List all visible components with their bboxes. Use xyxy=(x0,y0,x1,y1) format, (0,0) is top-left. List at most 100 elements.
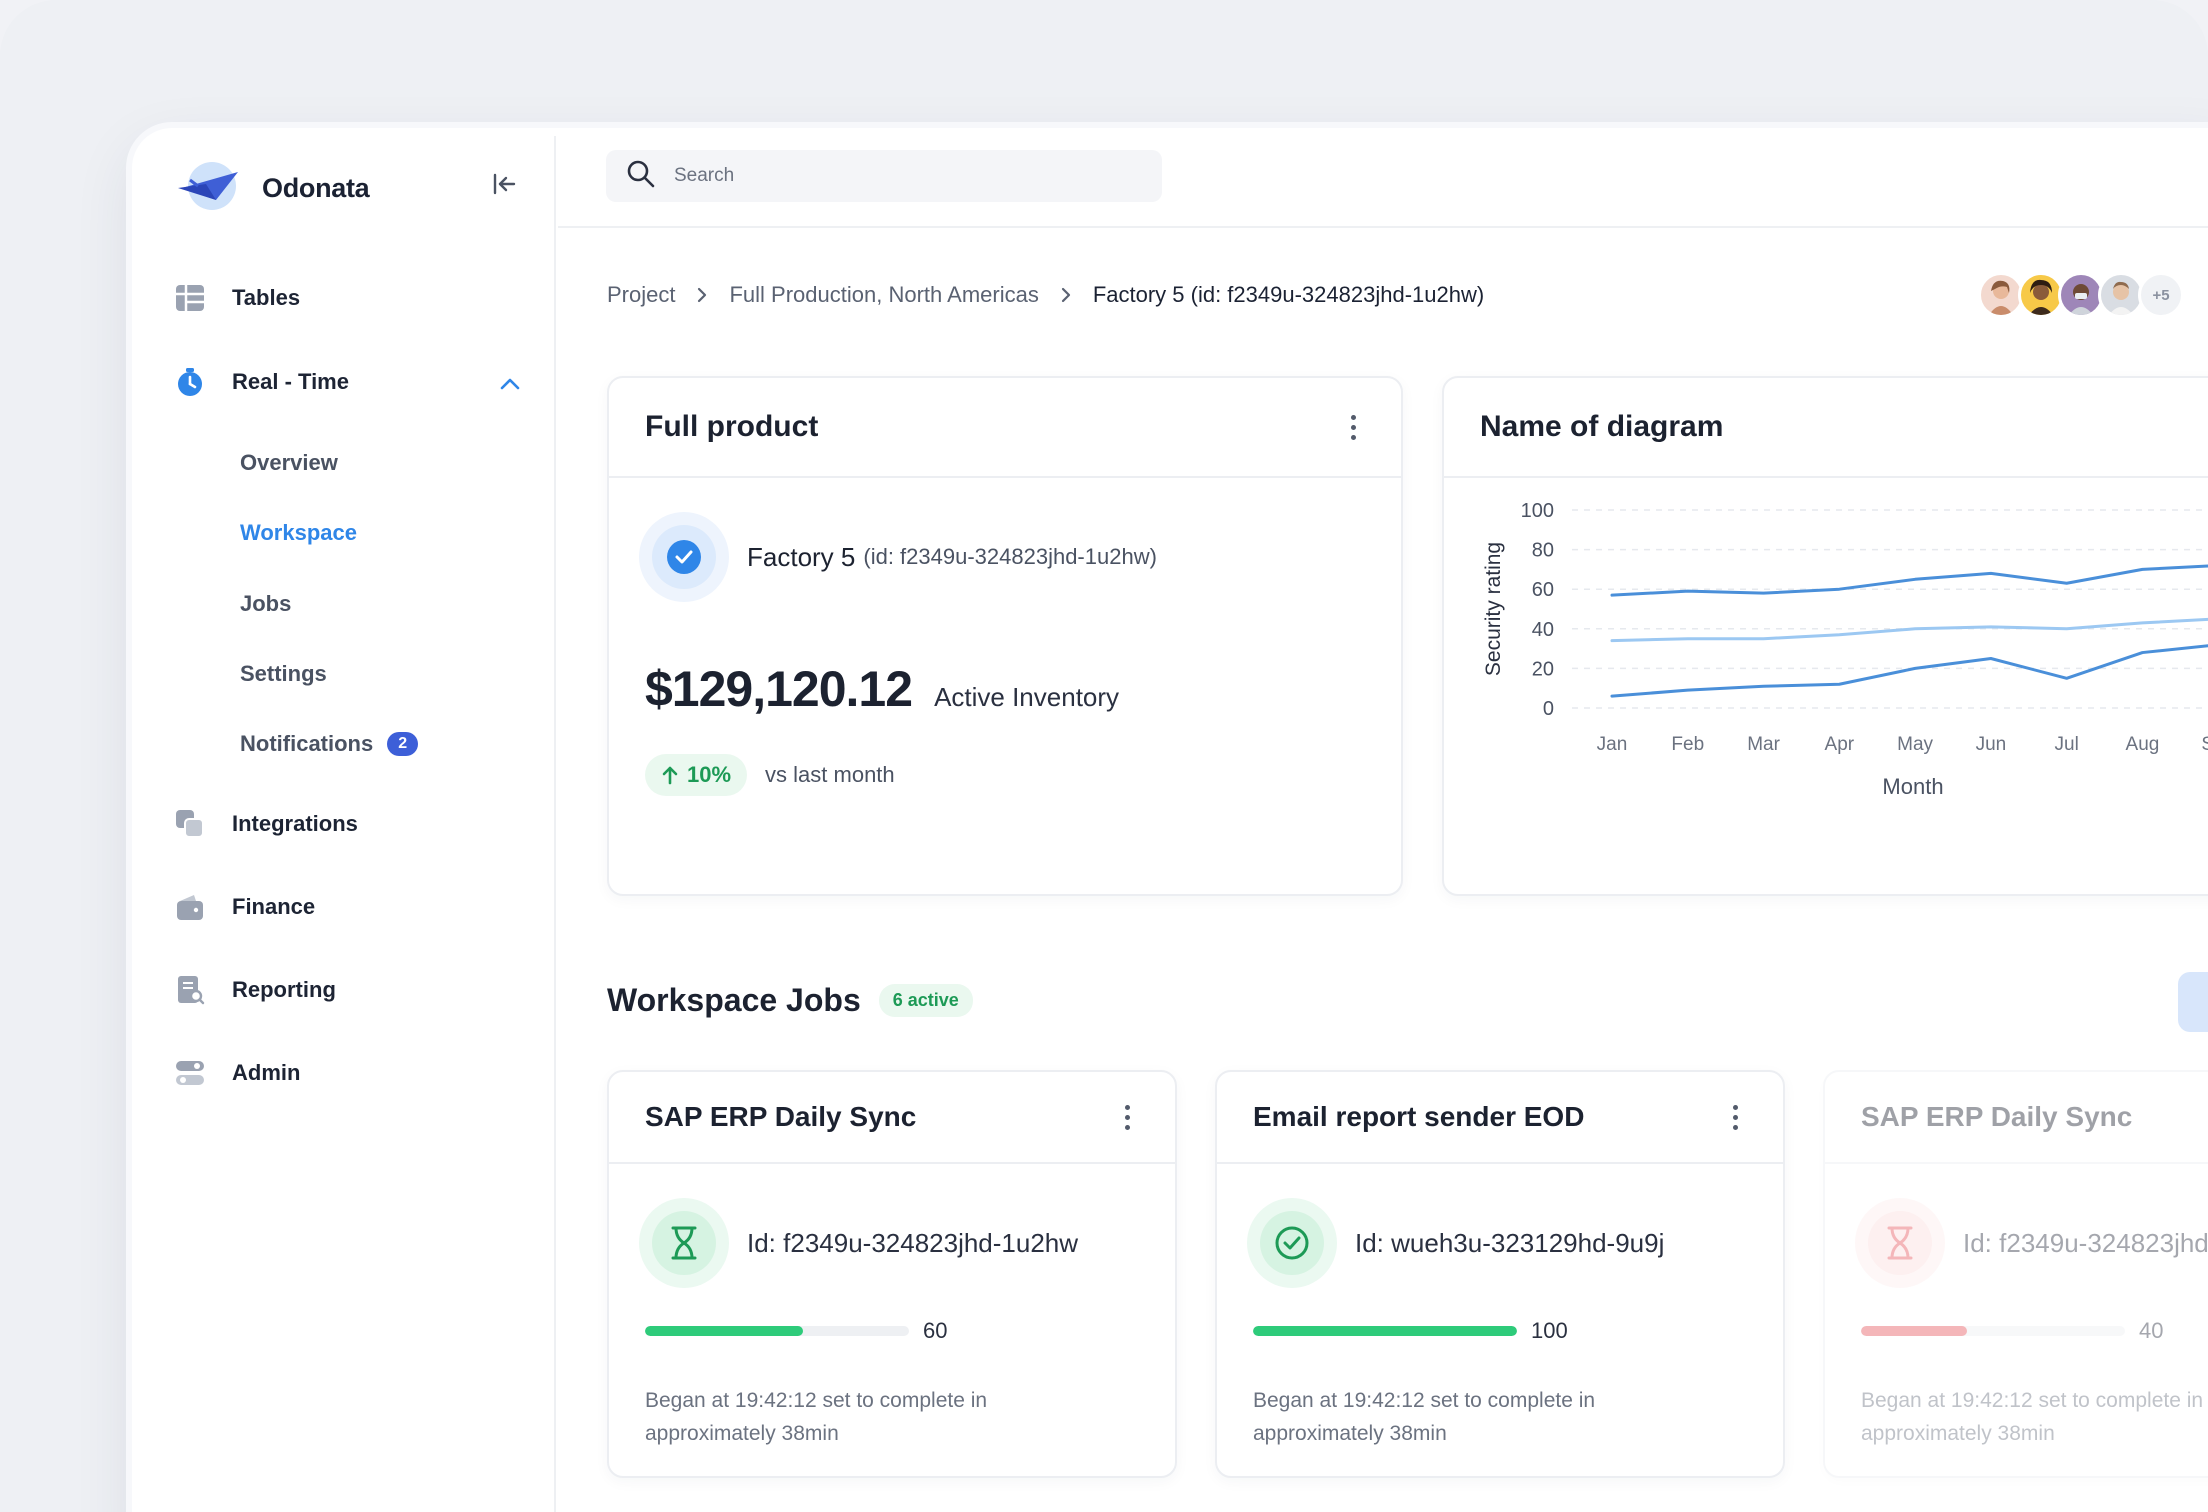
card-header: SAP ERP Daily Sync xyxy=(1825,1072,2208,1164)
hourglass-icon xyxy=(1887,1226,1913,1260)
progress-track xyxy=(1253,1326,1517,1336)
job-eta: Began at 19:42:12 set to complete in app… xyxy=(1253,1389,1596,1445)
workspace-jobs-header: Workspace Jobs 6 active xyxy=(607,982,973,1019)
card-title: Full product xyxy=(645,410,819,443)
wallet-icon xyxy=(174,891,206,923)
y-tick-label: 40 xyxy=(1532,619,1554,641)
change-label: vs last month xyxy=(765,762,895,787)
top-bar xyxy=(558,128,2208,228)
x-tick-label: May xyxy=(1897,734,1933,755)
full-product-card: Full product Factory 5 (id: f2349u-32482… xyxy=(607,376,1403,896)
view-all-button[interactable] xyxy=(2178,972,2208,1032)
job-title: SAP ERP Daily Sync xyxy=(1861,1101,2133,1132)
arrow-up-icon xyxy=(662,766,678,785)
sidebar-item-label: Integrations xyxy=(232,811,358,836)
active-jobs-badge: 6 active xyxy=(878,984,973,1017)
sidebar: Odonata Tables Real - Time Overview Work… xyxy=(140,136,556,1512)
job-card[interactable]: SAP ERP Daily Sync Id: f2349u-324823jhd-… xyxy=(607,1070,1177,1478)
collapse-section-button[interactable] xyxy=(498,374,522,399)
y-tick-label: 60 xyxy=(1532,579,1554,601)
y-tick-label: 0 xyxy=(1543,698,1554,720)
card-header: SAP ERP Daily Sync xyxy=(609,1072,1175,1164)
progress-fill xyxy=(1253,1326,1517,1336)
sidebar-item-reporting[interactable]: Reporting xyxy=(174,974,336,1006)
status-badge xyxy=(1855,1198,1945,1288)
more-avatars-count[interactable]: +5 xyxy=(2138,272,2184,318)
card-header: Name of diagram xyxy=(1444,378,2208,478)
breadcrumb-item-production[interactable]: Full Production, North Americas xyxy=(729,282,1038,308)
report-icon xyxy=(174,974,206,1006)
sidebar-item-admin[interactable]: Admin xyxy=(174,1057,300,1089)
series-line-0 xyxy=(1610,564,2208,597)
x-axis-label: Month xyxy=(1882,774,1943,799)
inventory-amount: $129,120.12 xyxy=(645,661,913,717)
progress-track xyxy=(645,1326,909,1336)
sidebar-subitem-jobs[interactable]: Jobs xyxy=(240,591,291,617)
sidebar-item-label: Tables xyxy=(232,285,301,310)
sidebar-item-integrations[interactable]: Integrations xyxy=(174,808,358,840)
job-progress: 60 xyxy=(645,1318,947,1344)
logo[interactable]: Odonata xyxy=(176,158,370,219)
verified-badge xyxy=(639,512,729,602)
x-tick-label: Feb xyxy=(1671,734,1704,755)
chevron-right-icon xyxy=(1061,287,1070,303)
breadcrumb-item-current: Factory 5 (id: f2349u-324823jhd-1u2hw) xyxy=(1092,282,1485,307)
job-eta: Began at 19:42:12 set to complete in app… xyxy=(1861,1389,2204,1445)
sidebar-subitem-settings[interactable]: Settings xyxy=(240,661,327,687)
progress-track xyxy=(1861,1326,2125,1336)
job-card[interactable]: SAP ERP Daily Sync Id: f2349u-324823jhd-… xyxy=(1823,1070,2208,1478)
change-value: 10% xyxy=(687,762,732,787)
amount-row: $129,120.12 Active Inventory xyxy=(645,660,1119,718)
job-id: Id: wueh3u-323129hd-9u9j xyxy=(1355,1227,1665,1258)
factory-row: Factory 5 (id: f2349u-324823jhd-1u2hw) xyxy=(639,512,1157,602)
sidebar-subitem-overview[interactable]: Overview xyxy=(240,450,338,476)
job-title: Email report sender EOD xyxy=(1253,1101,1585,1132)
x-tick-label: Aug xyxy=(2126,734,2160,755)
sidebar-item-real-time[interactable]: Real - Time xyxy=(174,366,349,398)
x-tick-label: Apr xyxy=(1825,734,1855,755)
tables-icon xyxy=(174,282,206,314)
job-progress: 100 xyxy=(1253,1318,1568,1344)
search-input[interactable] xyxy=(674,165,1134,187)
more-options-icon[interactable] xyxy=(1115,1097,1139,1137)
job-id: Id: f2349u-324823jhd-1u2hw xyxy=(747,1227,1079,1258)
toggles-icon xyxy=(174,1057,206,1089)
card-header: Email report sender EOD xyxy=(1217,1072,1783,1164)
y-tick-label: 80 xyxy=(1532,540,1554,562)
collapse-left-icon xyxy=(493,173,516,195)
x-tick-label: Sep xyxy=(2201,734,2208,755)
factory-id: (id: f2349u-324823jhd-1u2hw) xyxy=(863,544,1157,569)
breadcrumb: Project Full Production, North Americas … xyxy=(607,282,1484,308)
job-card[interactable]: Email report sender EOD Id: wueh3u-32312… xyxy=(1215,1070,1785,1478)
y-tick-label: 20 xyxy=(1532,658,1554,680)
search-box[interactable] xyxy=(606,150,1162,202)
sidebar-subitem-notifications[interactable]: Notifications 2 xyxy=(240,731,419,757)
card-title: Name of diagram xyxy=(1480,410,1724,443)
job-id-row: Id: f2349u-324823jhd-1u2hw xyxy=(639,1198,1078,1288)
sidebar-item-finance[interactable]: Finance xyxy=(174,891,315,923)
change-row: 10% vs last month xyxy=(645,754,895,796)
y-tick-label: 100 xyxy=(1521,500,1554,522)
stopwatch-icon xyxy=(174,366,206,398)
app-background: Odonata Tables Real - Time Overview Work… xyxy=(0,0,2208,1512)
change-pill: 10% xyxy=(645,754,748,796)
status-badge xyxy=(1247,1198,1337,1288)
progress-value: 100 xyxy=(1531,1318,1568,1343)
more-options-icon[interactable] xyxy=(1341,407,1365,447)
sidebar-item-tables[interactable]: Tables xyxy=(174,282,300,314)
sidebar-subitem-label: Settings xyxy=(240,661,327,686)
sidebar-subitem-label: Notifications xyxy=(240,731,374,756)
collaborator-avatars[interactable]: +5 xyxy=(1978,272,2184,318)
search-icon xyxy=(626,159,656,194)
job-id: Id: f2349u-324823jhd-1u2hw xyxy=(1963,1227,2208,1258)
sidebar-item-label: Reporting xyxy=(232,977,336,1002)
collapse-sidebar-button[interactable] xyxy=(488,168,520,200)
sidebar-item-label: Admin xyxy=(232,1060,301,1085)
more-options-icon[interactable] xyxy=(1723,1097,1747,1137)
sidebar-item-label: Real - Time xyxy=(232,369,349,394)
sidebar-subitem-workspace[interactable]: Workspace xyxy=(240,520,357,546)
diagram-card: Name of diagram 0 20 40 60 80 100 Jan Feb Mar Apr… xyxy=(1442,376,2208,896)
breadcrumb-item-project[interactable]: Project xyxy=(607,282,675,308)
status-badge xyxy=(639,1198,729,1288)
y-axis-label: Security rating xyxy=(1482,542,1505,676)
